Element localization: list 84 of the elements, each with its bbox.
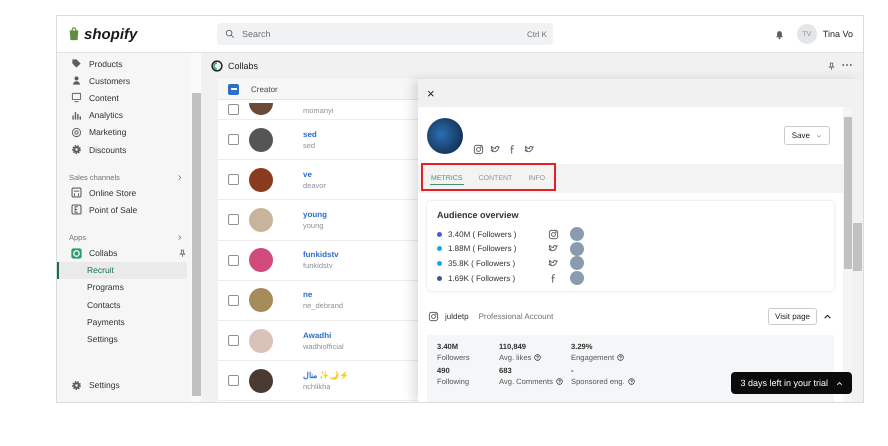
chevron-up-icon[interactable]: [823, 312, 832, 322]
search-input[interactable]: Search: [242, 29, 520, 39]
follower-count: 3.40M ( Followers ): [448, 230, 518, 239]
creator-name[interactable]: funkidstv: [303, 250, 339, 260]
column-header: Creator: [251, 84, 278, 94]
avatar-placeholder: [570, 242, 584, 256]
avatar-placeholder: [570, 227, 584, 242]
bird-icon[interactable]: [490, 144, 501, 155]
row-checkbox[interactable]: [228, 254, 239, 266]
logo-text: shopify: [84, 26, 138, 42]
chevron-up-icon: [836, 380, 843, 386]
row-checkbox[interactable]: [228, 134, 239, 146]
settings-link[interactable]: Settings: [57, 376, 187, 394]
scrollbar-thumb[interactable]: [844, 117, 852, 269]
pos-icon: [71, 204, 82, 216]
avatar-placeholder: [570, 271, 584, 286]
instagram-icon: [548, 228, 559, 240]
person-icon: [71, 75, 82, 86]
follower-count: 1.69K ( Followers ): [448, 274, 516, 283]
row-checkbox[interactable]: [228, 335, 239, 346]
sidebar-item[interactable]: Analytics: [57, 106, 187, 124]
sidebar-item[interactable]: Recruit: [57, 262, 187, 279]
save-button[interactable]: Save: [784, 126, 830, 145]
pin-icon[interactable]: [827, 62, 836, 70]
gear-icon: [71, 380, 82, 391]
follower-count: 35.8K ( Followers ): [448, 258, 516, 268]
collabs-logo-icon: [211, 60, 223, 72]
creator-name[interactable]: sed: [303, 130, 317, 139]
creator-name[interactable]: Awadhi: [303, 330, 344, 340]
profile-photo-placeholder: [427, 118, 463, 154]
sidebar-item[interactable]: Collabs: [57, 244, 187, 262]
sidebar-item[interactable]: Marketing: [57, 124, 187, 141]
creator-name[interactable]: ne: [303, 290, 344, 300]
sidebar-item[interactable]: Contacts: [57, 296, 187, 314]
user-name[interactable]: Tina Vo: [822, 29, 853, 39]
account-handle: juldetp: [445, 312, 469, 322]
sidebar-item[interactable]: Online Store: [57, 184, 187, 202]
sidebar-item[interactable]: Payments: [57, 313, 187, 330]
pin-icon[interactable]: [178, 248, 187, 258]
sidebar-item[interactable]: Products: [57, 55, 187, 72]
tag-icon: [71, 58, 82, 70]
search-icon: [225, 29, 235, 39]
instagram-icon: [428, 311, 439, 322]
select-all-checkbox[interactable]: [228, 84, 239, 94]
creator-name[interactable]: ve: [303, 170, 326, 179]
search-field[interactable]: Search Ctrl K: [217, 23, 553, 45]
creator-name[interactable]: منال ✨🌙⚡: [303, 370, 350, 380]
row-checkbox[interactable]: [228, 214, 239, 226]
bar-chart-icon: [71, 110, 82, 121]
follower-count: 1.88M ( Followers ): [448, 244, 518, 254]
sidebar-item[interactable]: Settings: [57, 330, 187, 348]
trial-banner[interactable]: 3 days left in your trial: [731, 372, 852, 394]
sidebar-item[interactable]: Discounts: [57, 140, 187, 158]
creator-name[interactable]: young: [303, 210, 327, 219]
instagram-icon[interactable]: [473, 144, 484, 155]
sidebar-item[interactable]: Point of Sale: [57, 201, 187, 218]
sidebar-item[interactable]: Content: [57, 89, 187, 107]
account-type: Professional Account: [478, 312, 554, 322]
store-icon: [71, 187, 82, 198]
gear-icon: [71, 144, 82, 156]
close-button[interactable]: ×: [427, 86, 435, 100]
visit-page-button[interactable]: Visit page: [768, 308, 817, 326]
chevron-right-icon[interactable]: [176, 174, 183, 181]
scrollbar-thumb[interactable]: [192, 93, 200, 396]
chevron-down-icon: [816, 132, 822, 138]
shortcut-hint: Ctrl K: [527, 30, 547, 38]
scrollbar-thumb[interactable]: [853, 223, 862, 271]
bird-icon: [548, 258, 559, 269]
target-icon: [71, 126, 82, 138]
shopping-bag-icon: [67, 26, 81, 42]
sidebar-item[interactable]: Programs: [57, 278, 187, 296]
page-title: Collabs: [228, 61, 258, 71]
bird-icon[interactable]: [524, 144, 535, 155]
row-checkbox[interactable]: [228, 104, 239, 115]
bell-icon[interactable]: [774, 28, 785, 40]
row-checkbox[interactable]: [228, 375, 239, 386]
collabs-icon: [71, 248, 82, 259]
row-checkbox[interactable]: [228, 294, 239, 306]
sidebar-item[interactable]: Customers: [57, 72, 187, 90]
row-checkbox[interactable]: [228, 174, 239, 186]
chevron-right-icon[interactable]: [176, 234, 183, 241]
card-title: Audience overview: [437, 210, 520, 220]
monitor-icon: [71, 92, 82, 104]
avatar-placeholder: [570, 256, 584, 270]
